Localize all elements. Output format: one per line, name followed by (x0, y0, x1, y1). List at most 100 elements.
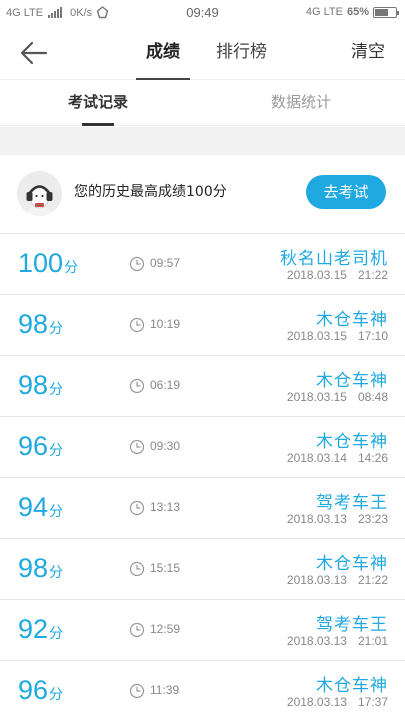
record-date-day: 2018.03.15 (286, 268, 347, 282)
clock-icon (129, 378, 145, 394)
score-unit: 分 (64, 259, 79, 275)
record-player-name: 驾考车王 (316, 615, 388, 635)
record-date-time: 17:37 (357, 695, 388, 709)
back-button[interactable] (18, 38, 50, 68)
tab-score[interactable]: 成绩 (136, 26, 190, 80)
record-row[interactable]: 100分 09:57 秋名山老司机 2018.03.15 21:22 (0, 234, 405, 295)
record-row[interactable]: 96分 11:39 木仓车神 2018.03.13 17:37 (0, 661, 405, 720)
take-exam-button[interactable]: 去考试 (306, 175, 386, 209)
record-date: 2018.03.13 21:01 (287, 634, 388, 648)
record-date: 2018.03.13 17:37 (287, 695, 388, 709)
clock-icon (129, 500, 145, 516)
sub-tabs: 考试记录 数据统计 (0, 80, 405, 126)
record-player-name: 驾考车王 (316, 493, 388, 513)
record-duration: 09:30 (150, 439, 181, 453)
avatar-headphones-icon (17, 171, 62, 216)
record-player-name: 秋名山老司机 (280, 249, 388, 269)
clear-button[interactable]: 清空 (351, 26, 385, 80)
record-score: 98分 (18, 553, 63, 584)
record-date-day: 2018.03.15 (286, 329, 347, 343)
subtab-data-stats-label: 数据统计 (271, 93, 332, 111)
record-date-day: 2018.03.13 (286, 695, 347, 709)
record-row[interactable]: 92分 12:59 驾考车王 2018.03.13 21:01 (0, 600, 405, 661)
record-row[interactable]: 98分 10:19 木仓车神 2018.03.15 17:10 (0, 295, 405, 356)
network-label-right: 4G LTE (305, 6, 343, 18)
score-value: 98 (18, 309, 49, 339)
score-value: 96 (18, 675, 49, 705)
record-date-time: 14:26 (357, 451, 388, 465)
record-player-name: 木仓车神 (316, 432, 388, 452)
clock-icon (129, 683, 145, 699)
best-score-row: 您的历史最高成绩100分 去考试 (0, 155, 405, 234)
score-unit: 分 (49, 381, 64, 397)
record-score: 100分 (18, 248, 78, 279)
battery-percent: 65% (346, 6, 369, 18)
exam-records-list: 100分 09:57 秋名山老司机 2018.03.15 21:22 98分 10… (0, 234, 405, 720)
score-value: 98 (18, 553, 49, 583)
score-value: 94 (18, 492, 49, 522)
record-date-day: 2018.03.13 (286, 512, 347, 526)
best-score-text: 您的历史最高成绩100分 (74, 184, 227, 200)
record-duration: 15:15 (150, 561, 181, 575)
record-score: 98分 (18, 309, 63, 340)
record-score: 98分 (18, 370, 63, 401)
record-score: 92分 (18, 614, 63, 645)
record-date-time: 21:01 (357, 634, 388, 648)
avatar (17, 171, 62, 216)
subtab-active-indicator (82, 123, 115, 126)
record-date-day: 2018.03.13 (286, 573, 347, 587)
score-value: 100 (18, 248, 64, 278)
record-player-name: 木仓车神 (316, 676, 388, 696)
record-date-time: 17:10 (357, 329, 388, 343)
record-date-time: 08:48 (357, 390, 388, 404)
record-date: 2018.03.15 21:22 (287, 268, 388, 282)
record-score: 94分 (18, 492, 63, 523)
score-unit: 分 (49, 686, 64, 702)
subtab-exam-records[interactable]: 考试记录 (68, 80, 128, 126)
record-date: 2018.03.15 08:48 (287, 390, 388, 404)
record-row[interactable]: 98分 06:19 木仓车神 2018.03.15 08:48 (0, 356, 405, 417)
record-date: 2018.03.13 23:23 (287, 512, 388, 526)
battery-icon (373, 6, 399, 18)
tab-ranking[interactable]: 排行榜 (216, 26, 267, 80)
score-value: 98 (18, 370, 49, 400)
record-date-time: 21:22 (357, 268, 388, 282)
record-row[interactable]: 98分 15:15 木仓车神 2018.03.13 21:22 (0, 539, 405, 600)
record-duration: 12:59 (150, 622, 181, 636)
record-row[interactable]: 96分 09:30 木仓车神 2018.03.14 14:26 (0, 417, 405, 478)
tab-ranking-label: 排行榜 (216, 42, 267, 62)
record-duration: 11:39 (150, 683, 180, 697)
clock-icon (129, 317, 145, 333)
tab-score-label: 成绩 (146, 42, 180, 62)
record-date-time: 21:22 (357, 573, 388, 587)
top-header: 成绩 排行榜 清空 (0, 26, 405, 80)
status-bar: 4G LTE 0K/s 09:49 4G LTE 65% (0, 0, 405, 26)
record-date: 2018.03.14 14:26 (287, 451, 388, 465)
clock-icon (129, 439, 145, 455)
record-duration: 13:13 (150, 500, 181, 514)
score-unit: 分 (49, 625, 64, 641)
clock-icon (129, 256, 145, 272)
record-date-day: 2018.03.14 (286, 451, 347, 465)
record-date-day: 2018.03.13 (286, 634, 347, 648)
record-date: 2018.03.13 21:22 (287, 573, 388, 587)
section-gap (0, 127, 405, 155)
record-row[interactable]: 94分 13:13 驾考车王 2018.03.13 23:23 (0, 478, 405, 539)
score-unit: 分 (49, 564, 64, 580)
record-duration: 09:57 (150, 256, 181, 270)
record-duration: 10:19 (150, 317, 181, 331)
record-date-day: 2018.03.15 (286, 390, 347, 404)
score-value: 96 (18, 431, 49, 461)
record-date: 2018.03.15 17:10 (287, 329, 388, 343)
subtab-data-stats[interactable]: 数据统计 (271, 80, 331, 126)
record-date-time: 23:23 (357, 512, 388, 526)
record-score: 96分 (18, 675, 63, 706)
subtab-exam-records-label: 考试记录 (68, 93, 129, 111)
record-player-name: 木仓车神 (316, 554, 388, 574)
score-unit: 分 (49, 503, 64, 519)
record-player-name: 木仓车神 (316, 310, 388, 330)
clock-icon (129, 561, 145, 577)
score-unit: 分 (49, 442, 64, 458)
score-value: 92 (18, 614, 49, 644)
record-duration: 06:19 (150, 378, 181, 392)
